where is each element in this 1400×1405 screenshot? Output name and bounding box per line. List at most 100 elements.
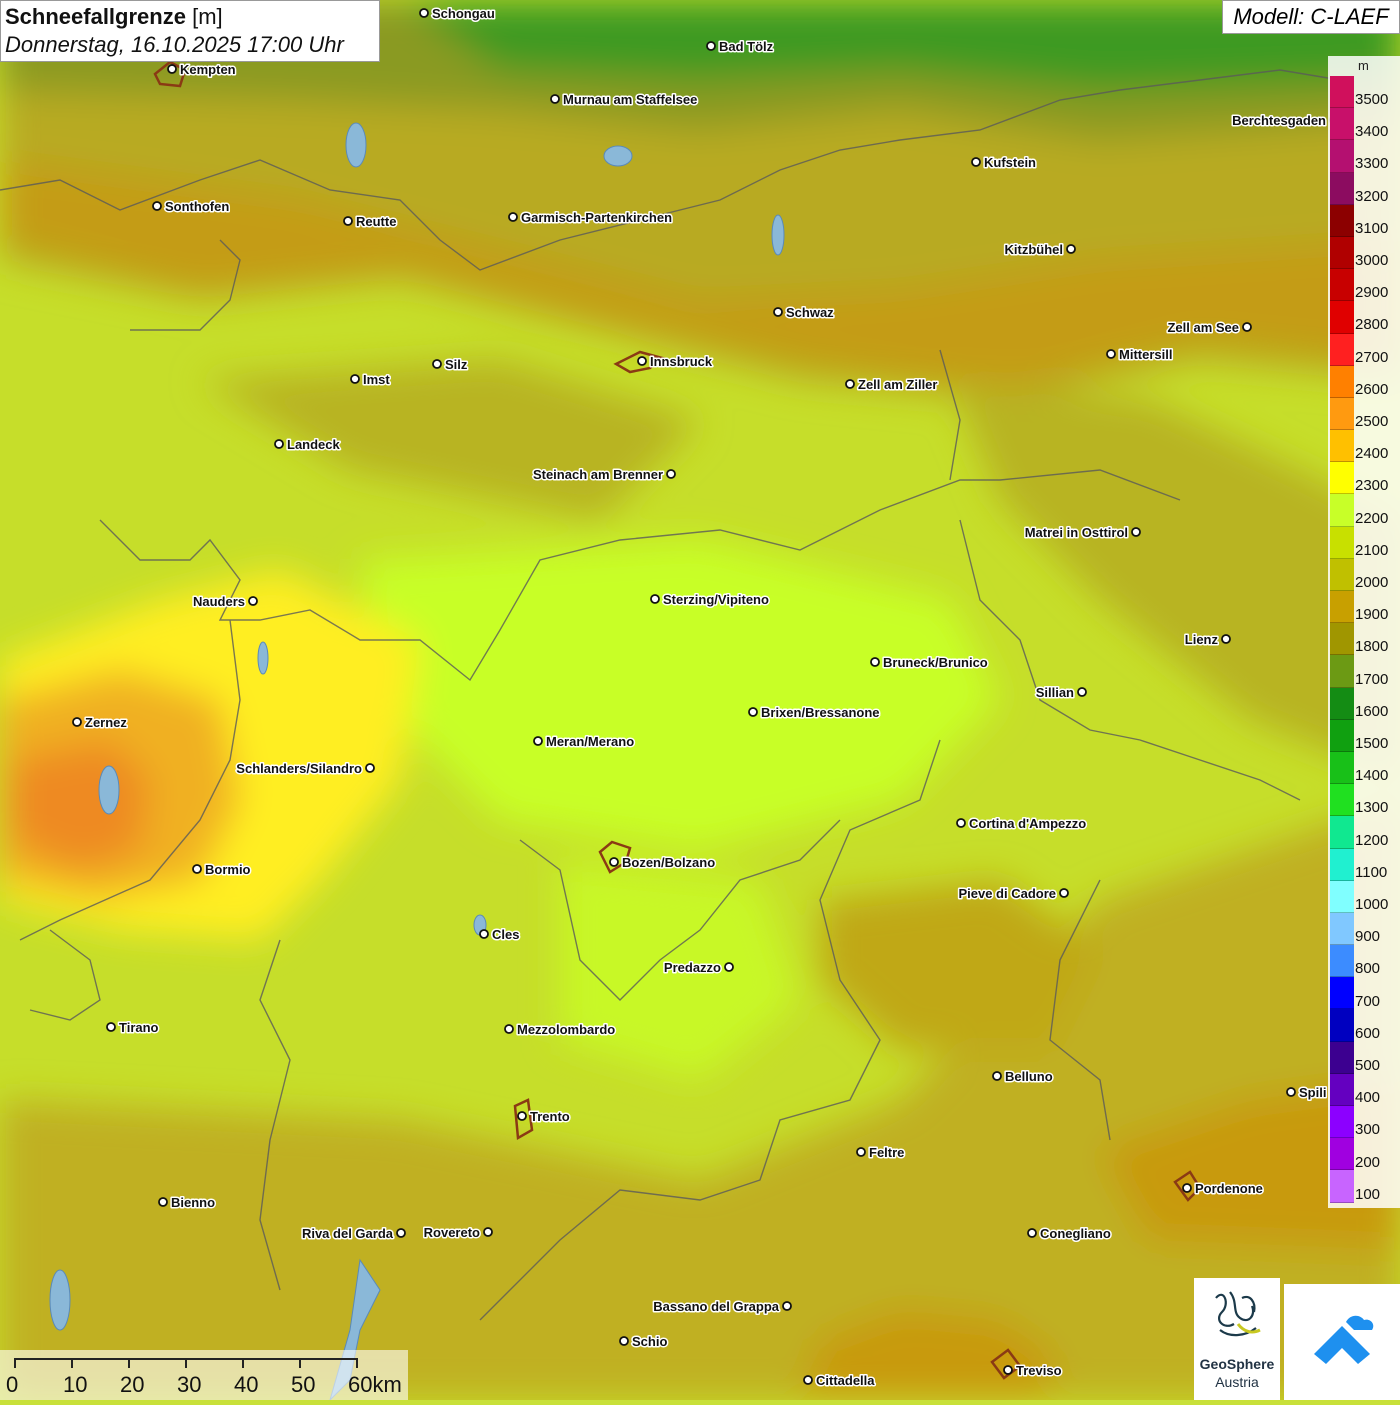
legend-swatch bbox=[1330, 108, 1354, 141]
city-label: Bienno bbox=[171, 1195, 215, 1210]
city-dot-icon bbox=[748, 707, 758, 717]
title-text: Schneefallgrenze bbox=[5, 4, 186, 29]
city-dot-icon bbox=[1286, 1087, 1296, 1097]
legend-unit: m bbox=[1358, 58, 1369, 73]
city-dot-icon bbox=[419, 8, 429, 18]
city-label: Tirano bbox=[119, 1020, 159, 1035]
city-label: Bozen/Bolzano bbox=[622, 855, 715, 870]
city-label: Murnau am Staffelsee bbox=[563, 92, 697, 107]
geosphere-logo: GeoSphere Austria bbox=[1194, 1278, 1280, 1400]
city-dot-icon bbox=[650, 594, 660, 604]
city-dot-icon bbox=[1003, 1365, 1013, 1375]
logo-subtitle: Austria bbox=[1215, 1374, 1259, 1390]
city-marker: Garmisch-Partenkirchen bbox=[508, 209, 674, 227]
city-label: Spili bbox=[1299, 1085, 1326, 1100]
city-label: Meran/Merano bbox=[546, 734, 634, 749]
city-label: Imst bbox=[363, 372, 390, 387]
city-dot-icon bbox=[856, 1147, 866, 1157]
legend-swatch bbox=[1330, 816, 1354, 849]
city-dot-icon bbox=[609, 857, 619, 867]
city-marker: Bassano del Grappa bbox=[652, 1298, 792, 1316]
scale-label: 20 bbox=[120, 1372, 145, 1397]
city-label: Trento bbox=[530, 1109, 570, 1124]
city-dot-icon bbox=[803, 1375, 813, 1385]
city-label: Feltre bbox=[869, 1145, 904, 1160]
city-label: Bassano del Grappa bbox=[653, 1299, 779, 1314]
city-marker: Steinach am Brenner bbox=[531, 466, 676, 484]
legend-label: 3400 bbox=[1355, 123, 1389, 141]
legend-swatch bbox=[1330, 526, 1354, 559]
city-label: Rovereto bbox=[424, 1225, 480, 1240]
legend-swatch bbox=[1330, 591, 1354, 624]
legend-swatch bbox=[1330, 977, 1354, 1010]
legend-swatch bbox=[1330, 687, 1354, 720]
city-dot-icon bbox=[956, 818, 966, 828]
scale-tick bbox=[299, 1358, 301, 1368]
city-label: Kufstein bbox=[984, 155, 1036, 170]
legend-swatch bbox=[1330, 494, 1354, 527]
city-dot-icon bbox=[365, 763, 375, 773]
city-label: Lienz bbox=[1185, 632, 1219, 647]
legend-label: 2900 bbox=[1355, 284, 1389, 302]
legend-label: 2200 bbox=[1355, 509, 1389, 527]
legend-swatch bbox=[1330, 1138, 1354, 1171]
city-marker: Zell am See bbox=[1166, 319, 1252, 337]
legend-swatch bbox=[1330, 784, 1354, 817]
legend-label: 1100 bbox=[1355, 863, 1388, 881]
city-dot-icon bbox=[724, 962, 734, 972]
city-dot-icon bbox=[350, 374, 360, 384]
city-label: Cles bbox=[492, 927, 519, 942]
city-marker: Pieve di Cadore bbox=[957, 885, 1069, 903]
legend-swatch bbox=[1330, 1009, 1354, 1042]
city-dot-icon bbox=[706, 41, 716, 51]
city-label: Reutte bbox=[356, 214, 396, 229]
city-label: Steinach am Brenner bbox=[533, 467, 663, 482]
legend-label: 200 bbox=[1355, 1153, 1381, 1171]
legend-label: 400 bbox=[1355, 1089, 1381, 1107]
legend-label: 1700 bbox=[1355, 670, 1389, 688]
city-dot-icon bbox=[773, 307, 783, 317]
city-dot-icon bbox=[1106, 349, 1116, 359]
city-dot-icon bbox=[1077, 687, 1087, 697]
legend-label: 500 bbox=[1355, 1057, 1381, 1074]
city-label: Schongau bbox=[432, 6, 495, 21]
legend-swatch bbox=[1330, 236, 1354, 270]
color-legend: m 3500 3400 3300 3200 3100 3000 2900 2800 2700 26… bbox=[1328, 56, 1400, 1208]
city-label: Sillian bbox=[1036, 685, 1074, 700]
legend-label: 1800 bbox=[1355, 638, 1389, 656]
city-label: Landeck bbox=[287, 437, 341, 452]
city-marker: Bozen/Bolzano bbox=[609, 854, 717, 872]
scale-tick bbox=[242, 1358, 244, 1368]
city-label: Sterzing/Vipiteno bbox=[663, 592, 769, 607]
legend-swatch bbox=[1330, 269, 1354, 302]
city-label: Schwaz bbox=[786, 305, 834, 320]
scale-tick bbox=[128, 1358, 130, 1368]
legend-swatch bbox=[1330, 140, 1354, 173]
legend-label: 3100 bbox=[1355, 219, 1389, 237]
city-marker: Schlanders/Silandro bbox=[235, 760, 375, 778]
city-dot-icon bbox=[152, 201, 162, 211]
legend-label: 3300 bbox=[1355, 155, 1389, 173]
city-label: Riva del Garda bbox=[302, 1226, 394, 1241]
city-marker: Matrei in Osttirol bbox=[1023, 524, 1141, 542]
scale-label: 0 bbox=[6, 1372, 19, 1397]
city-dot-icon bbox=[845, 379, 855, 389]
map-date: Donnerstag, 16.10.2025 17:00 Uhr bbox=[5, 32, 344, 57]
city-dot-icon bbox=[1066, 244, 1076, 254]
legend-swatch bbox=[1330, 76, 1354, 109]
legend-label: 2100 bbox=[1355, 541, 1389, 559]
city-dot-icon bbox=[72, 717, 82, 727]
city-dot-icon bbox=[483, 1227, 493, 1237]
legend-swatch bbox=[1330, 751, 1354, 785]
city-dot-icon bbox=[248, 596, 258, 606]
legend-label: 1000 bbox=[1355, 896, 1389, 913]
city-label: Mezzolombardo bbox=[517, 1022, 615, 1037]
city-label: Silz bbox=[445, 357, 468, 372]
legend-label: 1400 bbox=[1355, 767, 1389, 785]
city-dot-icon bbox=[167, 64, 177, 74]
city-dot-icon bbox=[517, 1111, 527, 1121]
snowline-map: Schongau Bad Tölz Kempten Murnau am Staffel… bbox=[0, 0, 1400, 1400]
scale-label: 50 bbox=[291, 1372, 316, 1397]
city-dot-icon bbox=[343, 216, 353, 226]
legend-swatch bbox=[1330, 430, 1354, 463]
